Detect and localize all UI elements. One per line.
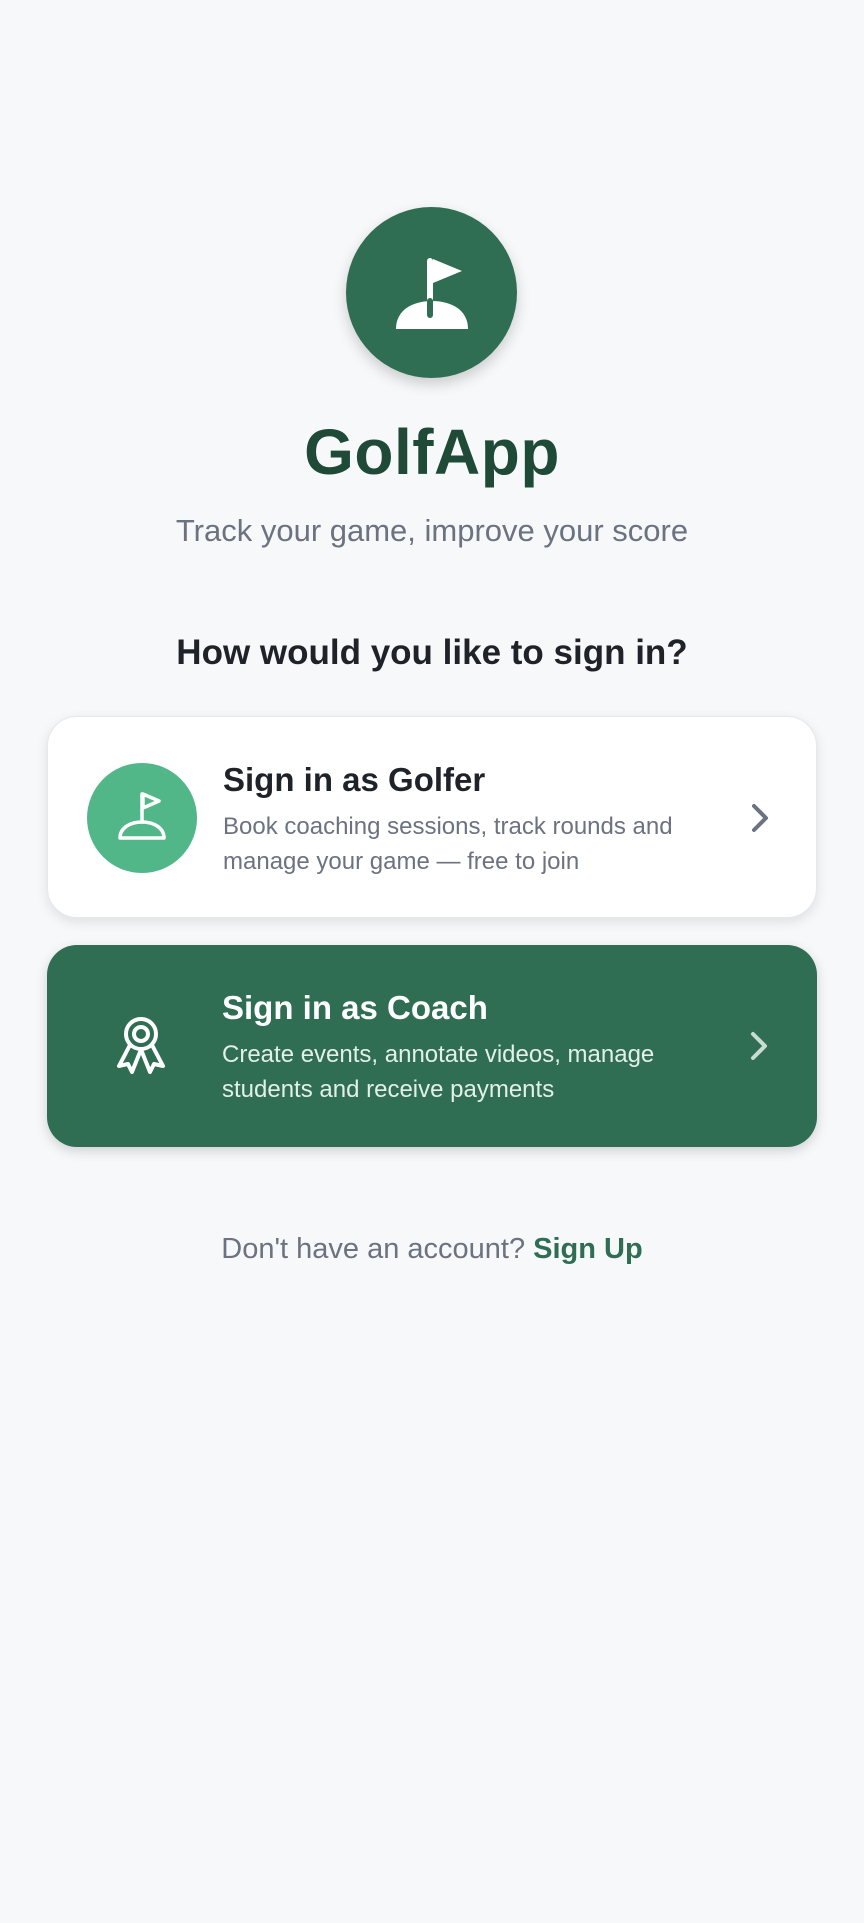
golf-flag-icon xyxy=(112,786,172,851)
sign-in-screen: GolfApp Track your game, improve your sc… xyxy=(0,0,864,1923)
sign-in-prompt: How would you like to sign in? xyxy=(176,633,688,672)
chevron-right-icon xyxy=(743,801,777,835)
coach-option-description: Create events, annotate videos, manage s… xyxy=(222,1041,655,1103)
sign-in-coach-button[interactable]: Sign in as Coach Create events, annotate… xyxy=(47,945,817,1147)
sign-in-golfer-button[interactable]: Sign in as Golfer Book coaching sessions… xyxy=(47,716,817,918)
signup-link[interactable]: Sign Up xyxy=(533,1233,643,1265)
signup-prompt: Don't have an account? Sign Up xyxy=(0,1233,864,1266)
golfer-icon-badge xyxy=(87,763,197,873)
app-tagline: Track your game, improve your score xyxy=(175,513,689,548)
golfer-option-title: Sign in as Golfer xyxy=(223,761,486,798)
chevron-right-icon xyxy=(742,1029,776,1063)
coach-option-title: Sign in as Coach xyxy=(222,989,488,1026)
award-ribbon-icon xyxy=(109,1012,173,1081)
app-logo xyxy=(346,207,517,378)
golf-flag-icon xyxy=(384,245,480,341)
golfer-option-description: Book coaching sessions, track rounds and… xyxy=(223,813,673,875)
app-title: GolfApp xyxy=(304,416,560,488)
coach-icon-badge xyxy=(86,991,196,1101)
signup-prompt-text: Don't have an account? xyxy=(221,1233,526,1265)
